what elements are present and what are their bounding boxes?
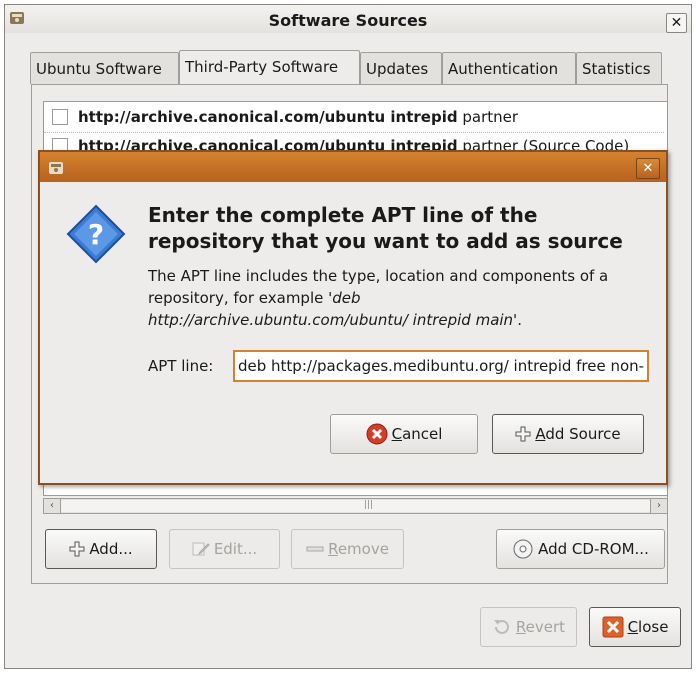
minus-icon — [306, 546, 324, 552]
source-url: http://archive.canonical.com/ubuntu intr… — [78, 108, 458, 126]
edit-button[interactable]: Edit... — [169, 529, 280, 569]
apt-line-input[interactable] — [233, 350, 649, 382]
tab-ubuntu-software[interactable]: Ubuntu Software — [30, 52, 179, 84]
scrollbar-thumb[interactable] — [61, 500, 650, 512]
window-close-button[interactable]: ✕ — [666, 13, 687, 33]
dialog-heading: Enter the complete APT line of the repos… — [148, 203, 623, 253]
source-checkbox[interactable] — [52, 109, 68, 125]
revert-button[interactable]: Revert — [480, 607, 577, 647]
edit-icon — [192, 542, 210, 556]
close-button-label: Close — [627, 618, 669, 636]
dialog-description: The APT line includes the type, location… — [148, 267, 609, 329]
tab-authentication[interactable]: Authentication — [442, 52, 576, 84]
question-icon: ? — [66, 204, 126, 264]
cdrom-icon — [513, 539, 533, 559]
horizontal-scrollbar[interactable]: ‹ ||| › — [43, 498, 668, 514]
remove-button[interactable]: Remove — [291, 529, 404, 569]
scroll-right-icon[interactable]: › — [650, 499, 667, 513]
add-source-button-label: Add Source — [535, 425, 621, 443]
revert-button-label: Revert — [515, 618, 566, 636]
tab-third-party-software[interactable]: Third-Party Software — [179, 50, 360, 85]
close-button[interactable]: Close — [589, 607, 681, 647]
tab-statistics[interactable]: Statistics — [576, 52, 662, 84]
window-title: Software Sources — [268, 11, 428, 30]
remove-button-label: Remove — [328, 540, 389, 558]
dialog-titlebar[interactable]: ✕ — [40, 152, 666, 182]
add-button[interactable]: Add... — [45, 529, 157, 569]
scroll-left-icon[interactable]: ‹ — [44, 499, 61, 513]
edit-button-label: Edit... — [213, 540, 258, 558]
scrollbar-grip-icon: ||| — [364, 500, 374, 510]
close-icon — [602, 616, 624, 638]
software-sources-icon — [49, 162, 63, 174]
tab-updates[interactable]: Updates — [360, 52, 442, 84]
add-cdrom-button-label: Add CD-ROM... — [538, 540, 649, 558]
plus-icon — [69, 541, 85, 557]
add-button-label: Add... — [89, 540, 133, 558]
cancel-icon — [366, 423, 388, 445]
dialog-close-button[interactable]: ✕ — [636, 158, 660, 179]
apt-line-label: APT line: — [148, 357, 214, 375]
cancel-button[interactable]: Cancel — [330, 414, 478, 454]
add-source-dialog: ✕ ? Enter the complete APT line of the r… — [38, 150, 668, 485]
add-cdrom-button[interactable]: Add CD-ROM... — [496, 529, 665, 569]
add-source-button[interactable]: Add Source — [492, 414, 644, 454]
svg-text:?: ? — [88, 218, 104, 251]
plus-icon — [515, 426, 531, 442]
cancel-button-label: Cancel — [391, 425, 443, 443]
revert-icon — [493, 619, 509, 634]
source-component: partner — [462, 108, 519, 126]
window-titlebar[interactable]: Software Sources ✕ — [5, 5, 691, 33]
list-item[interactable]: http://archive.canonical.com/ubuntu intr… — [44, 104, 664, 130]
